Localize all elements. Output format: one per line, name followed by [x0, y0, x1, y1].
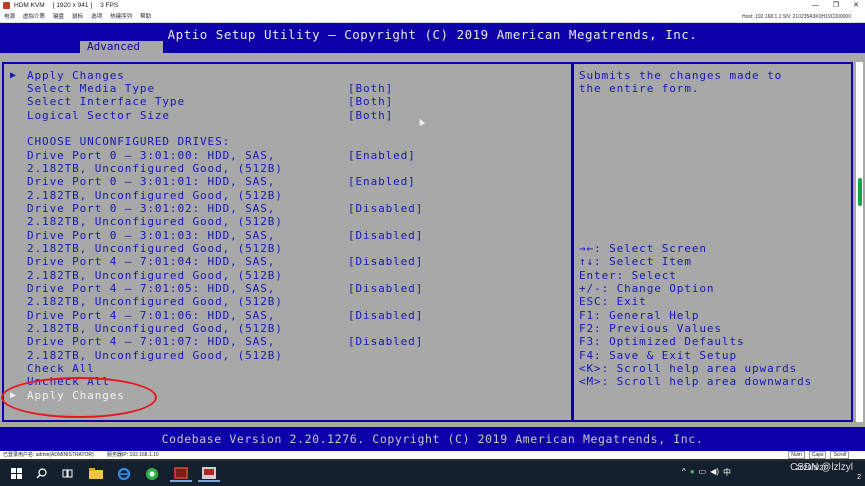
connection-info: Host: 192.168.1.2 SN: 210235A3K0H19C0000…	[742, 14, 851, 20]
scroll-lock-indicator: Scroll	[830, 451, 849, 459]
minimize-button[interactable]: —	[812, 0, 819, 11]
key-help-5: F1: General Help	[579, 309, 700, 322]
submenu-arrow-icon: ▶	[10, 70, 17, 81]
setting-media-type[interactable]: Select Media Type	[27, 82, 155, 95]
kvm-taskbar-app-icon[interactable]	[170, 465, 192, 482]
key-help-3: +/-: Change Option	[579, 282, 715, 295]
key-help-8: F4: Save & Exit Setup	[579, 349, 737, 362]
kvm-fps: 3 FPS	[100, 2, 119, 9]
logged-in-user: 已登录用户名: admin(ADMINISTRATOR)	[3, 452, 94, 458]
bios-footer-text: Codebase Version 2.20.1276. Copyright (C…	[161, 432, 704, 446]
num-lock-indicator: Num	[788, 451, 805, 459]
tray-volume-icon[interactable]: ◀)	[710, 467, 719, 478]
kvm-app-icon	[3, 2, 10, 9]
windows-taskbar: 2020/5/27 ^ ● ▭ ◀) 中 CSDN @lzlzyl 2	[0, 461, 865, 486]
tray-app-icon[interactable]: ●	[690, 467, 695, 478]
key-help-0: →←: Select Screen	[579, 242, 707, 255]
notification-badge[interactable]: 2	[857, 474, 861, 481]
scrollbar-track[interactable]	[856, 62, 863, 422]
setting-interface-type-value[interactable]: [Both]	[348, 95, 393, 108]
drive-item-0[interactable]: Drive Port 0 – 3:01:00: HDD, SAS,	[27, 149, 275, 162]
tray-chevron-icon[interactable]: ^	[682, 467, 686, 478]
drive-item-3-detail: 2.182TB, Unconfigured Good, (512B)	[27, 242, 283, 255]
kvm-titlebar: HDM KVM [ 1920 x 941 ] 3 FPS — ❐ ✕	[0, 0, 865, 11]
kvm-resolution: [ 1920 x 941 ]	[52, 2, 93, 9]
key-help-1: ↑↓: Select Item	[579, 255, 692, 268]
drives-header: CHOOSE UNCONFIGURED DRIVES:	[27, 135, 231, 148]
drive-item-5-detail: 2.182TB, Unconfigured Good, (512B)	[27, 295, 283, 308]
tab-advanced[interactable]: Advanced	[80, 41, 163, 53]
menu-hotkeys[interactable]: 热键序列	[106, 11, 136, 22]
drive-value-6[interactable]: [Disabled]	[348, 309, 423, 322]
drive-item-7-detail: 2.182TB, Unconfigured Good, (512B)	[27, 349, 283, 362]
kvm-statusbar: 已登录用户名: admin(ADMINISTRATOR) 服务器IP: 192.…	[0, 451, 865, 459]
menu-mouse[interactable]: 鼠标	[68, 11, 87, 22]
server-ip: 服务器IP: 192.168.1.10	[107, 452, 159, 458]
remote-app-icon[interactable]	[198, 465, 220, 482]
kvm-title: HDM KVM	[14, 2, 45, 9]
drive-value-3[interactable]: [Disabled]	[348, 229, 423, 242]
apply-changes-top[interactable]: Apply Changes	[27, 69, 125, 82]
menu-keyboard[interactable]: 键盘	[49, 11, 68, 22]
menu-power[interactable]: 电源	[0, 11, 19, 22]
drive-value-0[interactable]: [Enabled]	[348, 149, 416, 162]
key-help-10: <M>: Scroll help area downwards	[579, 375, 813, 388]
key-help-6: F2: Previous Values	[579, 322, 722, 335]
menu-help[interactable]: 帮助	[136, 11, 155, 22]
red-highlight-ellipse	[1, 377, 157, 418]
csdn-watermark: CSDN @lzlzyl	[790, 462, 853, 473]
drive-item-0-detail: 2.182TB, Unconfigured Good, (512B)	[27, 162, 283, 175]
drive-value-4[interactable]: [Disabled]	[348, 255, 423, 268]
internet-explorer-icon[interactable]	[115, 465, 133, 482]
caps-lock-indicator: Caps	[808, 451, 827, 459]
help-description-line2: the entire form.	[579, 82, 700, 95]
setting-interface-type[interactable]: Select Interface Type	[27, 95, 185, 108]
key-help-7: F3: Optimized Defaults	[579, 335, 745, 348]
tray-network-icon[interactable]: ▭	[699, 467, 707, 478]
setting-media-type-value[interactable]: [Both]	[348, 82, 393, 95]
drive-value-7[interactable]: [Disabled]	[348, 335, 423, 348]
drive-item-2-detail: 2.182TB, Unconfigured Good, (512B)	[27, 215, 283, 228]
drive-item-4-detail: 2.182TB, Unconfigured Good, (512B)	[27, 269, 283, 282]
browser-app-icon[interactable]	[143, 465, 161, 482]
menu-options[interactable]: 选项	[87, 11, 106, 22]
drive-item-1-detail: 2.182TB, Unconfigured Good, (512B)	[27, 189, 283, 202]
check-all[interactable]: Check All	[27, 362, 95, 375]
bios-footer: Codebase Version 2.20.1276. Copyright (C…	[0, 427, 865, 451]
setting-sector-size-value[interactable]: [Both]	[348, 109, 393, 122]
drive-item-2[interactable]: Drive Port 0 – 3:01:02: HDD, SAS,	[27, 202, 275, 215]
search-icon[interactable]	[33, 465, 49, 482]
key-help-4: ESC: Exit	[579, 295, 647, 308]
ime-indicator[interactable]: 中	[723, 467, 731, 478]
file-explorer-icon[interactable]	[87, 465, 105, 482]
bios-screen: Aptio Setup Utility – Copyright (C) 2019…	[0, 23, 865, 451]
drive-item-5[interactable]: Drive Port 4 – 7:01:05: HDD, SAS,	[27, 282, 275, 295]
drive-item-6[interactable]: Drive Port 4 – 7:01:06: HDD, SAS,	[27, 309, 275, 322]
key-help-2: Enter: Select	[579, 269, 677, 282]
menu-virtual-media[interactable]: 虚拟介质	[19, 11, 49, 22]
task-view-icon[interactable]	[59, 465, 75, 482]
windows-start-icon[interactable]	[8, 465, 24, 482]
system-tray: ^ ● ▭ ◀) 中	[682, 467, 731, 478]
restore-button[interactable]: ❐	[833, 0, 839, 11]
kvm-menubar: 电源 虚拟介质 键盘 鼠标 选项 热键序列 帮助 Host: 192.168.1…	[0, 11, 865, 23]
drive-item-6-detail: 2.182TB, Unconfigured Good, (512B)	[27, 322, 283, 335]
drive-item-4[interactable]: Drive Port 4 – 7:01:04: HDD, SAS,	[27, 255, 275, 268]
scrollbar-thumb[interactable]	[858, 178, 862, 206]
drive-value-1[interactable]: [Enabled]	[348, 175, 416, 188]
key-help-9: <K>: Scroll help area upwards	[579, 362, 798, 375]
help-description-line1: Submits the changes made to	[579, 69, 783, 82]
drive-item-7[interactable]: Drive Port 4 – 7:01:07: HDD, SAS,	[27, 335, 275, 348]
drive-item-1[interactable]: Drive Port 0 – 3:01:01: HDD, SAS,	[27, 175, 275, 188]
setting-sector-size[interactable]: Logical Sector Size	[27, 109, 170, 122]
close-button[interactable]: ✕	[853, 0, 859, 11]
bios-header: Aptio Setup Utility – Copyright (C) 2019…	[0, 23, 865, 53]
drive-value-2[interactable]: [Disabled]	[348, 202, 423, 215]
drive-value-5[interactable]: [Disabled]	[348, 282, 423, 295]
drive-item-3[interactable]: Drive Port 0 – 3:01:03: HDD, SAS,	[27, 229, 275, 242]
